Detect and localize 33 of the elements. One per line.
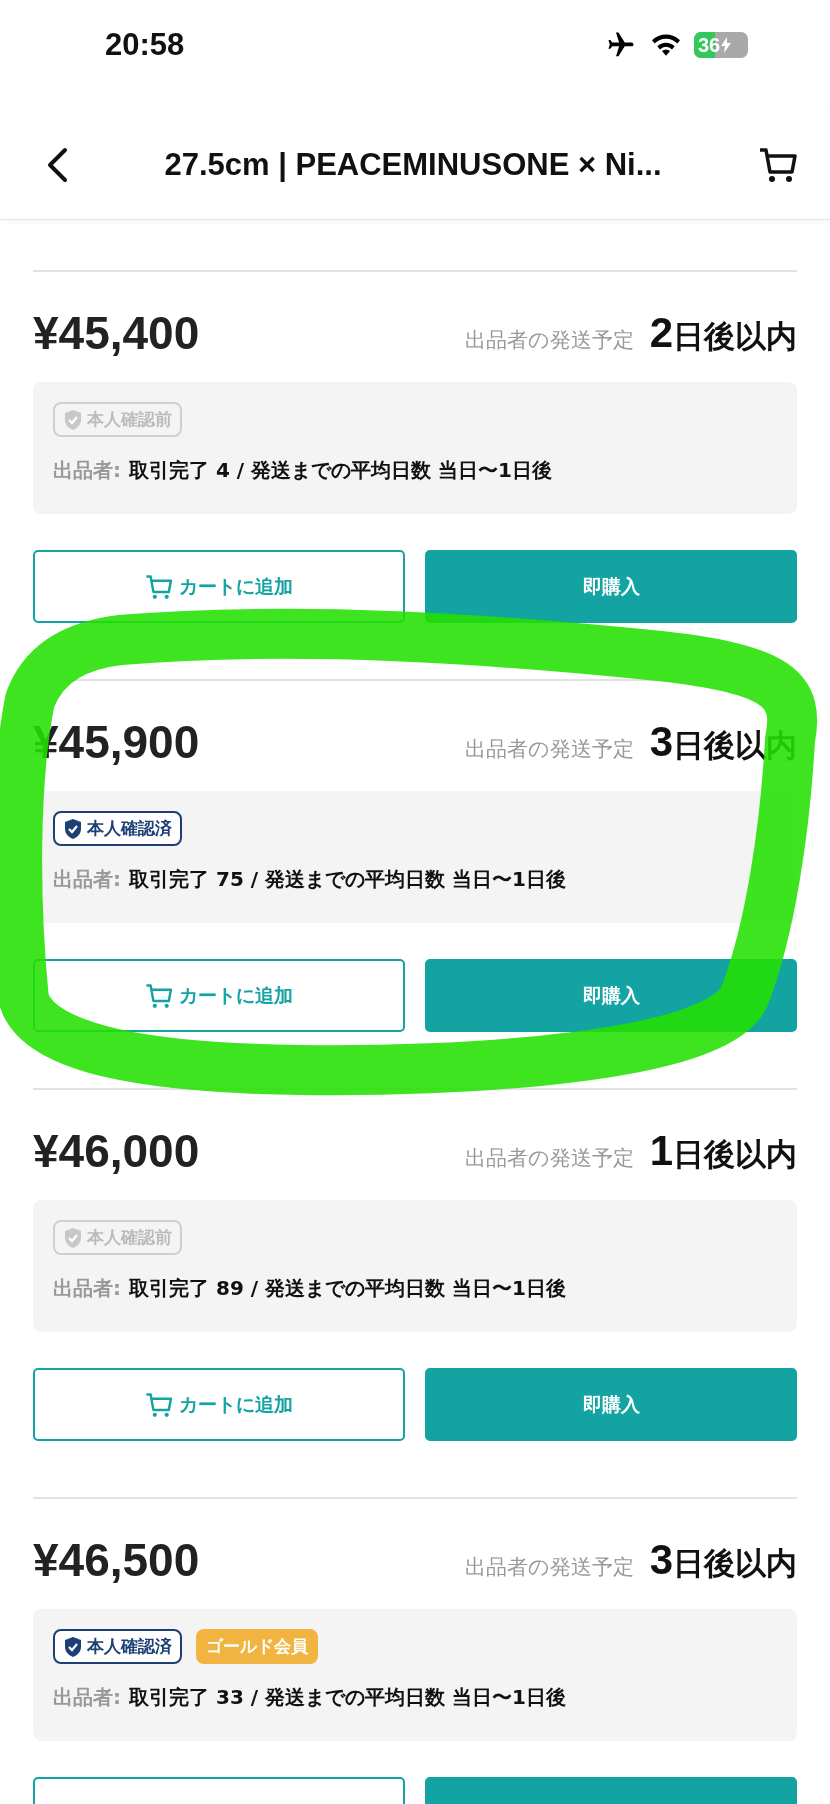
cart-icon [145,1390,173,1419]
buy-now-button[interactable]: 即購入 [425,1368,797,1441]
seller-stats: 取引完了 4 / 発送までの平均日数 当日〜1日後 [129,457,552,484]
seller-label: 出品者: [53,866,121,893]
seller-stats: 取引完了 33 / 発送までの平均日数 当日〜1日後 [129,1684,566,1711]
seller-badge: 本人確認済 [53,1629,182,1664]
cart-icon [145,981,173,1010]
shipping-days: 2日後以内 [649,308,797,358]
shipping-label: 出品者の発送予定 [464,735,634,763]
seller-stats: 取引完了 89 / 発送までの平均日数 当日〜1日後 [129,1275,566,1302]
seller-stats: 取引完了 75 / 発送までの平均日数 当日〜1日後 [129,866,566,893]
seller-badge: 本人確認済 [53,811,182,846]
seller-badge: 本人確認前 [53,402,182,437]
seller-badge: 本人確認前 [53,1220,182,1255]
shipping-days: 1日後以内 [649,1126,797,1176]
shipping-label: 出品者の発送予定 [464,1144,634,1172]
buy-now-button[interactable]: 即購入 [425,550,797,623]
wifi-icon [650,32,682,58]
seller-badge: ゴールド会員 [196,1629,318,1664]
status-time: 20:58 [105,27,185,63]
shipping-label: 出品者の発送予定 [464,1553,634,1581]
shipping-label: 出品者の発送予定 [464,326,634,354]
shipping-days: 3日後以内 [649,1535,797,1585]
add-to-cart-button[interactable]: カートに追加 [33,1368,405,1441]
price: ¥45,400 [33,306,200,360]
price: ¥46,500 [33,1533,200,1587]
seller-label: 出品者: [53,457,121,484]
seller-label: 出品者: [53,1684,121,1711]
price: ¥46,000 [33,1124,200,1178]
back-icon[interactable] [46,146,68,183]
seller-label: 出品者: [53,1275,121,1302]
cart-icon [145,572,173,601]
page-title: 27.5cm | PEACEMINUSONE × Ni... [164,146,662,183]
